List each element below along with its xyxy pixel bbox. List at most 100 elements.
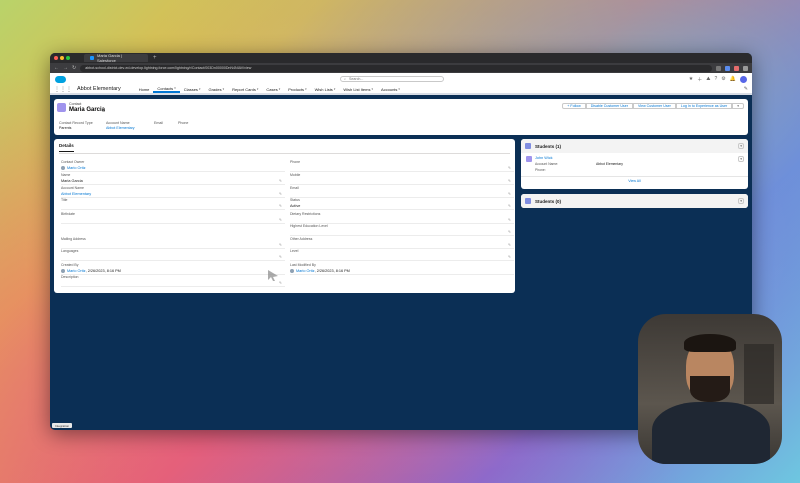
student-record-link[interactable]: John Wick [535, 156, 553, 160]
integration-status-chip[interactable]: Integration [52, 423, 73, 428]
app-name: Abbot Elementary [77, 86, 121, 92]
field-value-text[interactable]: Mario Ortiz [296, 269, 315, 273]
record-action-button[interactable]: + Follow [562, 103, 586, 109]
edit-pencil-icon[interactable]: ✎ [279, 179, 282, 183]
edit-pencil-icon[interactable]: ✎ [279, 204, 282, 208]
chevron-down-icon[interactable]: ▾ [223, 87, 225, 91]
edit-pencil-icon[interactable]: ✎ [508, 255, 511, 259]
edit-pencil-icon[interactable]: ✎ [508, 218, 511, 222]
chevron-down-icon[interactable]: ▾ [199, 87, 201, 91]
detail-field-level: Level [290, 249, 514, 253]
detail-field-phone: Phone [290, 160, 514, 164]
record-object-type: Contact [69, 102, 82, 106]
back-arrow-icon[interactable]: ← [54, 65, 59, 71]
record-action-button[interactable]: ▾ [732, 103, 744, 109]
nav-item-classes[interactable]: Classes ▾ [180, 85, 205, 93]
detail-field-status: Status Active [290, 198, 514, 208]
record-action-button[interactable]: Log In to Experience as User [675, 103, 733, 109]
edit-nav-pencil-icon[interactable]: ✎ [744, 86, 748, 92]
details-card: Details Contact Owner Mario Ortiz Name Mari… [54, 139, 515, 293]
gear-icon[interactable]: ⚙ [721, 76, 725, 82]
new-tab-icon[interactable]: + [153, 55, 157, 61]
edit-pencil-icon[interactable]: ✎ [508, 204, 511, 208]
global-search-input[interactable]: ⌕ Search... [340, 76, 444, 82]
field-value-text[interactable]: Mario Ortiz [67, 166, 86, 170]
chevron-down-icon[interactable]: ▾ [305, 87, 307, 91]
edit-pencil-icon[interactable]: ✎ [279, 192, 282, 196]
field-divider [61, 209, 285, 210]
nav-item-report-cards[interactable]: Report Cards ▾ [228, 85, 262, 93]
chevron-down-icon[interactable]: ▾ [334, 87, 336, 91]
extension-icon[interactable] [725, 65, 730, 71]
minimize-window-button[interactable] [60, 56, 64, 60]
field-value-text[interactable]: Abbot Elementary [61, 192, 91, 196]
field-value[interactable]: Mario Ortiz, 2/26/2023, 8:16 PM [290, 269, 514, 273]
extension-icon[interactable] [716, 65, 721, 71]
reload-icon[interactable]: ↻ [72, 65, 76, 71]
nav-item-grades[interactable]: Grades ▾ [204, 85, 228, 93]
user-avatar-icon [61, 166, 65, 170]
tab-details[interactable]: Details [59, 143, 74, 152]
edit-pencil-icon[interactable]: ✎ [279, 255, 282, 259]
chevron-down-icon[interactable]: ▾ [257, 87, 259, 91]
nav-item-label: Classes [183, 86, 198, 92]
nav-item-products[interactable]: Products ▾ [284, 85, 310, 93]
nav-item-accounts[interactable]: Accounts ▾ [377, 85, 404, 93]
chevron-down-icon[interactable]: ▾ [371, 87, 373, 91]
field-label: Name [61, 173, 71, 177]
hierarchy-icon[interactable]: ⊞ [102, 108, 105, 113]
related-list-title[interactable]: Students (1) [535, 144, 561, 149]
global-actions-plus-icon[interactable]: ＋ [697, 76, 702, 83]
edit-pencil-icon[interactable]: ✎ [508, 192, 511, 196]
nav-item-contacts[interactable]: Contacts ▾ [153, 85, 180, 93]
nav-item-label: Products [288, 86, 305, 92]
salesforce-logo-icon[interactable] [55, 75, 66, 83]
highlight-value[interactable]: Abbot Elementary [106, 126, 135, 130]
favorites-star-icon[interactable]: ★ [689, 76, 693, 82]
bell-icon[interactable]: 🔔 [730, 76, 736, 82]
field-value[interactable]: Abbot Elementary [61, 192, 285, 196]
chevron-down-icon[interactable]: ▾ [174, 86, 176, 90]
browser-tab[interactable]: Maria Garcia | Salesforce [84, 53, 148, 63]
record-action-button[interactable]: View Customer User [632, 103, 676, 109]
nav-item-cases[interactable]: Cases ▾ [262, 85, 284, 93]
edit-pencil-icon[interactable]: ✎ [508, 179, 511, 183]
edit-pencil-icon[interactable]: ✎ [508, 230, 511, 234]
search-icon: ⌕ [344, 77, 347, 81]
field-label: Level [290, 249, 299, 253]
forward-arrow-icon[interactable]: → [63, 65, 68, 71]
app-launcher-icon[interactable]: ⋮⋮⋮ [54, 86, 72, 93]
nav-item-home[interactable]: Home [135, 85, 154, 93]
close-window-button[interactable] [54, 56, 58, 60]
student-account-label: Account Name: [535, 162, 559, 166]
edit-pencil-icon[interactable]: ✎ [279, 243, 282, 247]
field-value-text[interactable]: Mario Ortiz [67, 269, 86, 273]
maximize-window-button[interactable] [66, 56, 70, 60]
chevron-down-icon[interactable]: ▾ [738, 143, 744, 149]
edit-pencil-icon[interactable]: ✎ [279, 218, 282, 222]
row-actions-chevron-icon[interactable]: ▾ [738, 156, 744, 162]
field-value[interactable]: Mario Ortiz [61, 166, 285, 170]
related-list-title[interactable]: Students (0) [535, 199, 561, 204]
field-value[interactable]: Mario Ortiz, 2/26/2023, 8:16 PM [61, 269, 285, 273]
nav-item-wish-list-items[interactable]: Wish List Items ▾ [339, 85, 377, 93]
help-icon[interactable]: ? [715, 76, 718, 82]
profile-icon[interactable] [743, 65, 748, 71]
nav-item-label: Grades [208, 86, 222, 92]
trailhead-icon[interactable]: ⛰ [706, 76, 710, 82]
chevron-down-icon[interactable]: ▾ [738, 198, 744, 204]
url-input[interactable]: abbot-school-district-dev-ed.develop.lig… [80, 64, 712, 72]
edit-pencil-icon[interactable]: ✎ [508, 243, 511, 247]
user-avatar-icon [290, 269, 294, 273]
edit-pencil-icon[interactable]: ✎ [508, 166, 511, 170]
chevron-down-icon[interactable]: ▾ [279, 87, 281, 91]
user-avatar[interactable] [740, 75, 747, 83]
student-record-icon [526, 156, 532, 162]
nav-item-wish-lists[interactable]: Wish Lists ▾ [311, 85, 340, 93]
student-object-icon [525, 143, 531, 149]
view-all-link[interactable]: View All [521, 176, 748, 183]
field-label: Languages [61, 249, 79, 253]
record-action-button[interactable]: Disable Customer User [585, 103, 633, 109]
chevron-down-icon[interactable]: ▾ [398, 87, 400, 91]
extension-icon[interactable] [734, 65, 739, 71]
